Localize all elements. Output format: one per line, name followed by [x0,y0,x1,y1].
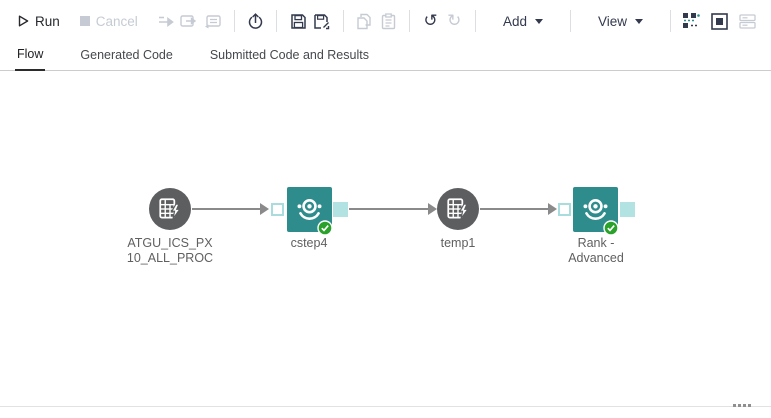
success-badge-icon [317,220,333,236]
flow-node-table-temp1[interactable] [437,188,479,230]
run-to-selection-icon[interactable] [201,8,225,34]
toolbar-divider [670,10,671,32]
input-port[interactable] [271,203,284,216]
tab-generated-code[interactable]: Generated Code [78,48,174,70]
run-button[interactable]: Run [12,10,66,33]
undo-icon[interactable]: ↺ [419,8,443,34]
overview-icon[interactable] [708,8,732,34]
redo-icon[interactable]: ↻ [442,8,466,34]
tab-flow[interactable]: Flow [15,47,46,71]
view-dropdown-label: View [597,13,628,29]
connector-arrow-icon [428,203,437,215]
tab-submitted-code-results[interactable]: Submitted Code and Results [208,48,371,70]
save-as-icon[interactable] [310,8,334,34]
stop-icon [79,16,90,26]
connector-line [480,208,548,210]
submit-icon[interactable] [244,8,268,34]
chevron-down-icon [635,18,644,24]
output-port[interactable] [620,202,635,217]
table-icon [445,196,471,222]
node-label: cstep4 [290,236,328,250]
output-port[interactable] [333,202,348,217]
copy-icon[interactable] [353,8,377,34]
tab-submitted-code-results-label: Submitted Code and Results [209,48,369,62]
toolbar-divider [475,10,477,32]
node-label: ATGU_ICS_PX 10_ALL_PROC [126,236,214,265]
table-icon [157,196,183,222]
connector-arrow-icon [260,203,269,215]
bottom-splitter[interactable] [0,404,771,407]
view-dropdown[interactable]: View [588,10,653,33]
save-icon[interactable] [286,8,310,34]
toolbar-divider [276,10,278,32]
toolbar-divider [570,10,571,32]
cancel-button-label: Cancel [95,13,138,29]
run-button-label: Run [35,13,60,29]
flow-canvas[interactable]: ATGU_ICS_PX 10_ALL_PROC cstep4 temp1 Ran… [0,71,771,406]
connector-line [192,208,260,210]
run-from-selection-icon[interactable] [177,8,201,34]
input-port[interactable] [558,203,571,216]
toolbar-divider [342,10,344,32]
toolbar-divider [233,10,235,32]
connector-arrow-icon [548,203,557,215]
splitter-grip-icon[interactable] [733,404,751,407]
toolbar-divider [408,10,410,32]
paste-icon[interactable] [376,8,400,34]
tab-flow-label: Flow [17,47,44,61]
toolbar: Run Cancel ↺ ↻ Add View [0,0,771,42]
bottom-panel-icon[interactable] [735,8,759,34]
node-label: temp1 [440,236,476,250]
flow-node-table-atgu[interactable] [149,188,191,230]
chevron-down-icon [535,18,544,24]
connector-line [349,208,428,210]
cancel-button[interactable]: Cancel [74,10,144,33]
play-icon [18,15,29,27]
add-dropdown[interactable]: Add [493,10,553,33]
sas-studio-flow-window: Run Cancel ↺ ↻ Add View Flow Generated C… [0,0,771,418]
node-label: Rank - Advanced [568,236,624,265]
tab-bar: Flow Generated Code Submitted Code and R… [0,42,771,71]
arrange-nodes-icon[interactable] [680,8,704,34]
add-dropdown-label: Add [503,13,528,29]
success-badge-icon [603,220,619,236]
run-selected-icon[interactable] [154,8,178,34]
tab-generated-code-label: Generated Code [80,48,173,62]
